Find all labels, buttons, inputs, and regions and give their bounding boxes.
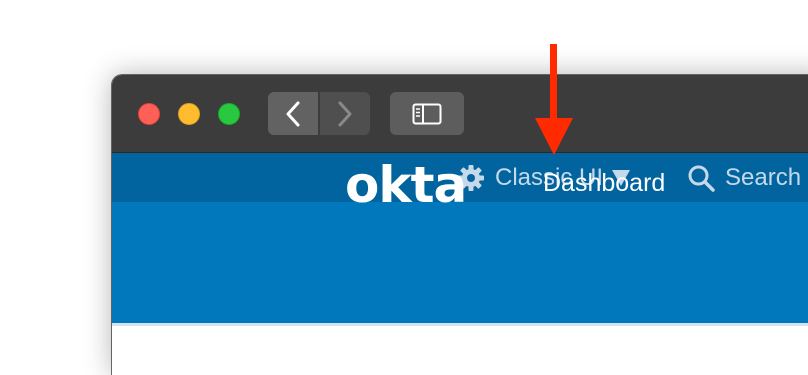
search-icon — [687, 164, 715, 192]
annotation-arrow-icon — [535, 44, 573, 155]
search-label: Search — [725, 163, 802, 191]
search-button[interactable]: Search — [687, 153, 801, 202]
sidebar-toggle-button[interactable] — [390, 92, 464, 135]
browser-window: Classic UI Search — [112, 75, 808, 375]
admin-header — [112, 202, 808, 326]
forward-button[interactable] — [320, 92, 370, 135]
minimize-window-button[interactable] — [178, 103, 200, 125]
sidebar-icon — [412, 103, 442, 124]
chevron-left-icon — [286, 101, 300, 126]
nav-dashboard[interactable]: Dashboard — [543, 171, 665, 196]
back-button[interactable] — [268, 92, 318, 135]
close-window-button[interactable] — [138, 103, 160, 125]
okta-logo[interactable]: okta — [345, 160, 467, 210]
zoom-window-button[interactable] — [218, 103, 240, 125]
title-bar — [112, 75, 808, 153]
chevron-right-icon — [338, 101, 352, 126]
